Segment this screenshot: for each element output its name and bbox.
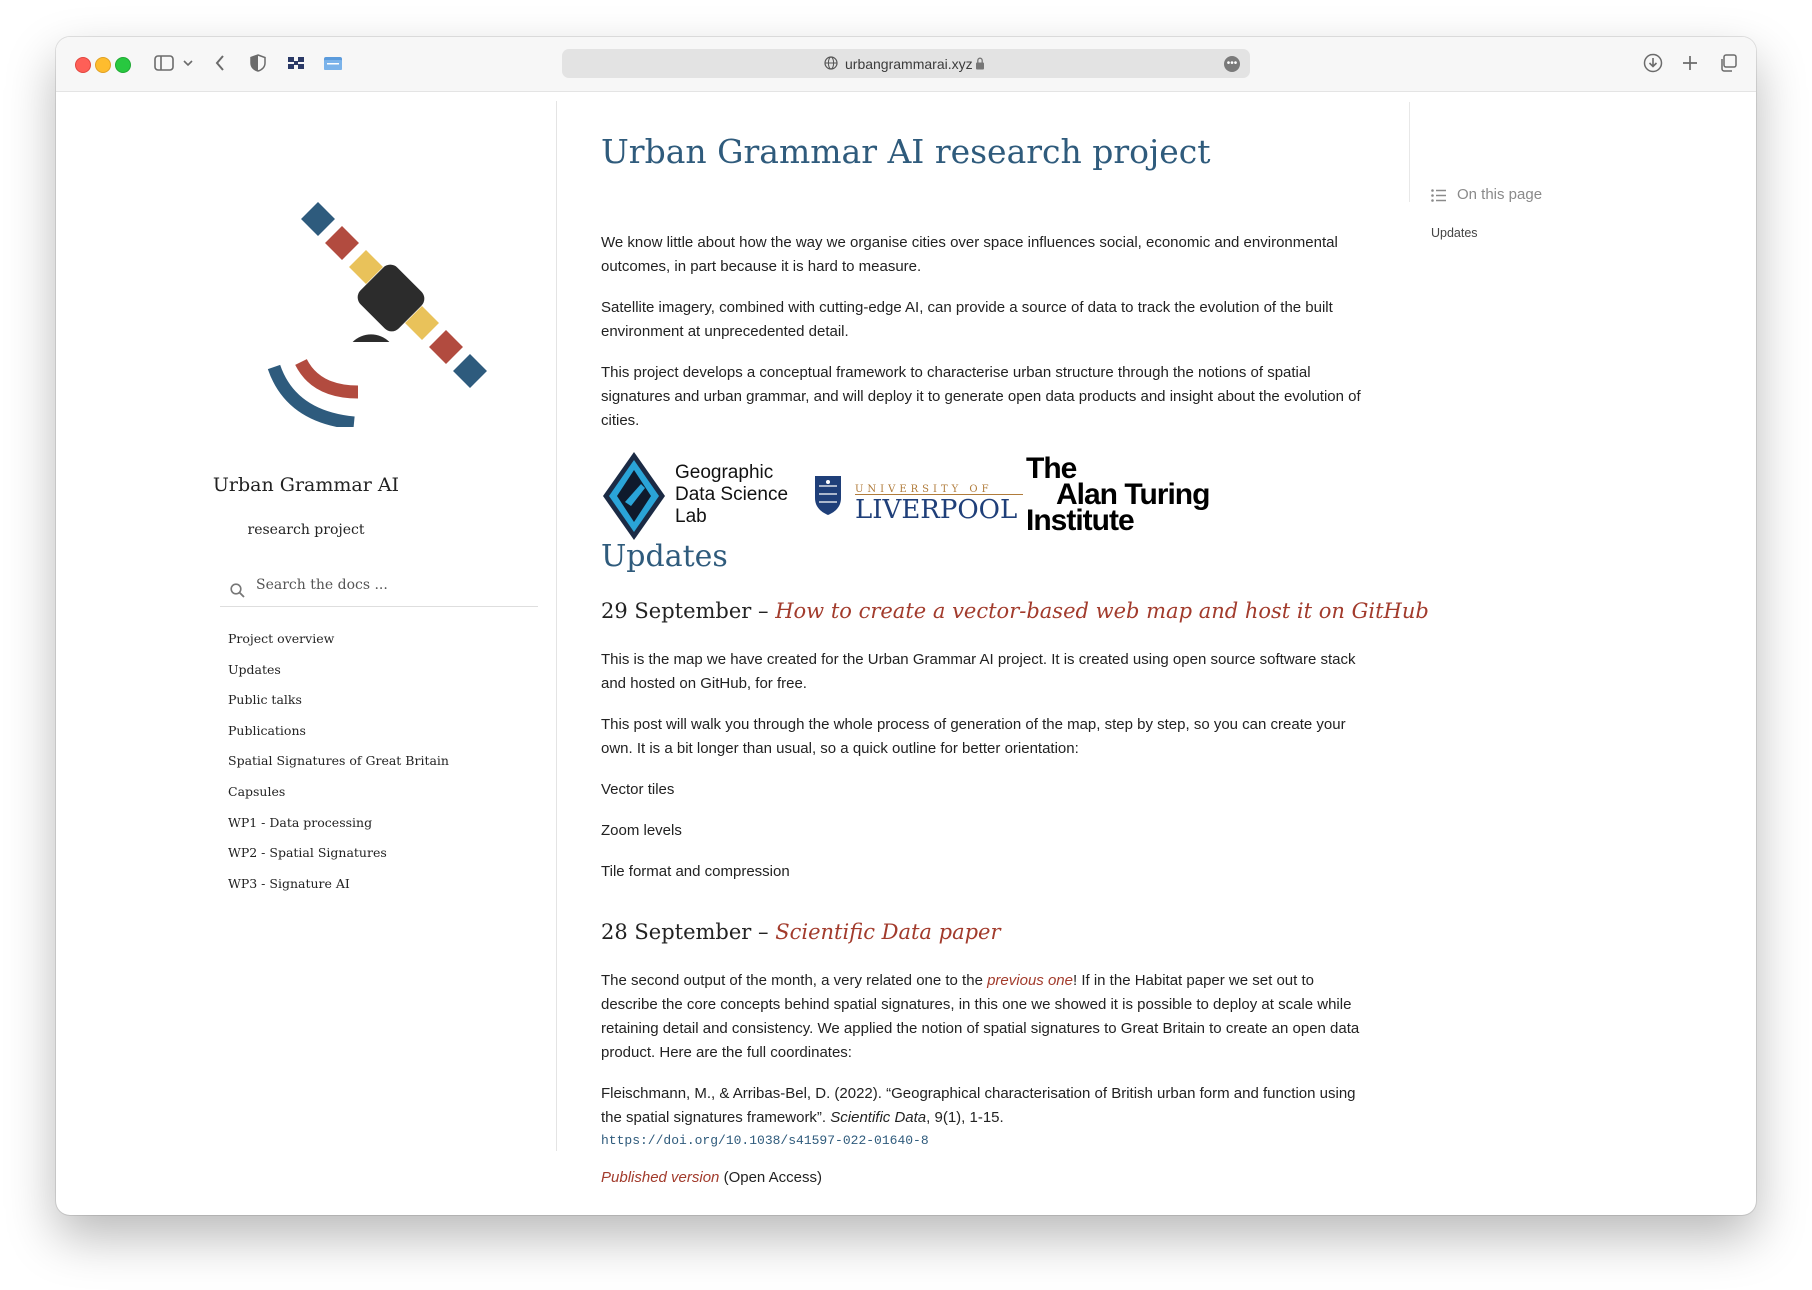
liverpool-crest-icon xyxy=(815,476,841,515)
sidebar-item-wp1[interactable]: WP1 - Data processing xyxy=(228,815,449,846)
sidebar-item-wp2[interactable]: WP2 - Spatial Signatures xyxy=(228,845,449,876)
gdsl-logo-icon[interactable] xyxy=(601,450,667,542)
post-1-paragraph-2: This post will walk you through the whol… xyxy=(601,716,1346,757)
sidebar: Urban Grammar AI research project Projec… xyxy=(56,92,556,1215)
sidebar-item-updates[interactable]: Updates xyxy=(228,662,449,693)
browser-toolbar: urbangrammarai.xyz ••• xyxy=(56,37,1756,92)
folder-icon[interactable] xyxy=(321,51,345,75)
satellite-logo-icon[interactable] xyxy=(256,187,496,427)
outline-item: Zoom levels xyxy=(601,822,682,839)
published-version-link[interactable]: Published version xyxy=(601,1169,719,1186)
post-1-paragraph-1: This is the map we have created for the … xyxy=(601,651,1356,692)
address-bar[interactable]: urbangrammarai.xyz ••• xyxy=(562,49,1250,78)
outline-item: Tile format and compression xyxy=(601,863,790,880)
toc-divider xyxy=(1409,102,1410,202)
partner-logos: Geographic Data Science Lab UNIVERSITY O… xyxy=(601,450,1371,550)
intro-paragraph-1: We know little about how the way we orga… xyxy=(601,234,1338,275)
new-tab-icon[interactable] xyxy=(1678,51,1702,75)
close-window-button[interactable] xyxy=(75,57,91,73)
sidebar-divider xyxy=(556,101,557,1151)
list-icon xyxy=(1431,189,1446,202)
published-version-line: Published version (Open Access) xyxy=(601,1169,822,1186)
turing-logo-text[interactable]: The Alan Turing Institute xyxy=(1026,454,1210,536)
sidebar-item-public-talks[interactable]: Public talks xyxy=(228,692,449,723)
toc-item-updates[interactable]: Updates xyxy=(1431,226,1478,240)
citation: Fleischmann, M., & Arribas-Bel, D. (2022… xyxy=(601,1085,1356,1126)
tab-overview-icon[interactable] xyxy=(1716,51,1740,75)
extension-icon[interactable] xyxy=(284,51,308,75)
minimize-window-button[interactable] xyxy=(95,57,111,73)
sidebar-toggle-icon[interactable] xyxy=(152,51,176,75)
search-box[interactable] xyxy=(220,570,538,607)
url-text: urbangrammarai.xyz xyxy=(845,56,973,72)
gdsl-logo-text: Geographic Data Science Lab xyxy=(675,462,789,527)
post-2-link[interactable]: Scientific Data paper xyxy=(775,920,1000,944)
search-input[interactable] xyxy=(254,576,528,594)
shield-icon[interactable] xyxy=(246,51,270,75)
more-options-icon[interactable]: ••• xyxy=(1224,56,1240,72)
logo-wave-inner xyxy=(295,358,359,399)
zoom-window-button[interactable] xyxy=(115,57,131,73)
post-1-heading: 29 September – How to create a vector-ba… xyxy=(601,599,1429,623)
browser-window: urbangrammarai.xyz ••• Urban Grammar AI … xyxy=(56,37,1756,1215)
post-2-paragraph-1: The second output of the month, a very r… xyxy=(601,972,1360,1061)
doi-link[interactable]: https://doi.org/10.1038/s41597-022-01640… xyxy=(601,1129,1371,1153)
download-icon[interactable] xyxy=(1641,51,1665,75)
updates-heading: Updates xyxy=(601,539,728,574)
liverpool-logo-text[interactable]: LIVERPOOL xyxy=(855,495,1017,525)
intro-paragraph-3: This project develops a conceptual frame… xyxy=(601,364,1361,429)
back-icon[interactable] xyxy=(208,51,232,75)
post-2-heading: 28 September – Scientific Data paper xyxy=(601,920,1001,944)
chevron-down-icon[interactable] xyxy=(176,51,200,75)
sidebar-item-spatial-signatures-gb[interactable]: Spatial Signatures of Great Britain xyxy=(228,753,449,784)
sidebar-item-project-overview[interactable]: Project overview xyxy=(228,631,449,662)
intro-paragraph-2: Satellite imagery, combined with cutting… xyxy=(601,299,1333,340)
outline-item: Vector tiles xyxy=(601,781,675,798)
site-subtitle: research project xyxy=(247,522,365,538)
previous-one-link[interactable]: previous one xyxy=(987,972,1073,989)
logo-dish xyxy=(352,334,390,342)
page-title: Urban Grammar AI research project xyxy=(601,132,1211,171)
site-title[interactable]: Urban Grammar AI xyxy=(56,474,556,496)
sidebar-item-publications[interactable]: Publications xyxy=(228,723,449,754)
sidebar-item-wp3[interactable]: WP3 - Signature AI xyxy=(228,876,449,907)
sidebar-item-capsules[interactable]: Capsules xyxy=(228,784,449,815)
lock-icon xyxy=(976,57,984,70)
search-icon xyxy=(230,583,245,598)
post-1-link[interactable]: How to create a vector-based web map and… xyxy=(775,599,1429,623)
globe-icon xyxy=(824,56,838,70)
sidebar-nav: Project overview Updates Public talks Pu… xyxy=(228,631,449,906)
